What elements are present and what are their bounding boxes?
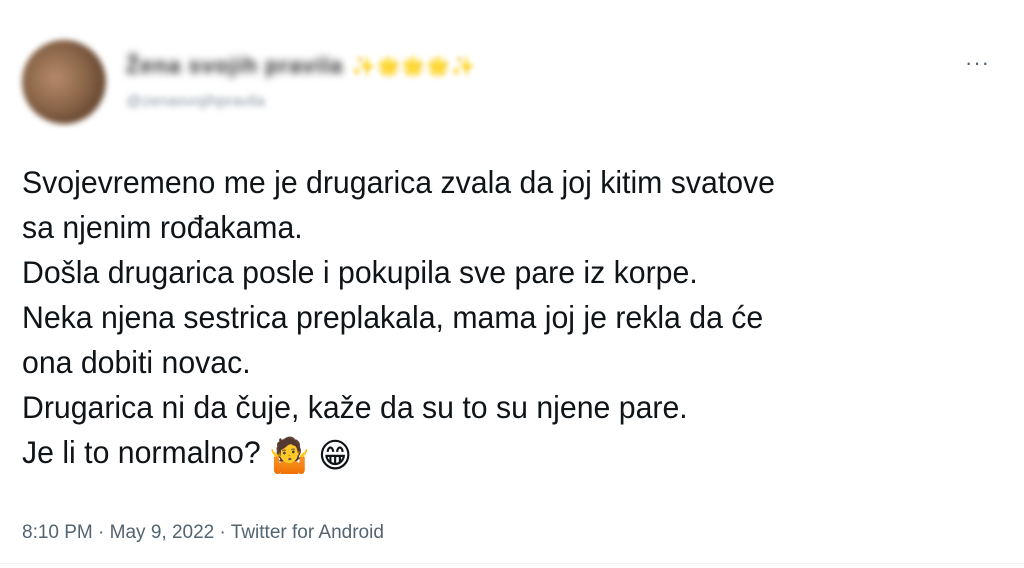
tweet-source[interactable]: Twitter for Android (231, 522, 384, 543)
tweet-date[interactable]: May 9, 2022 (110, 522, 215, 543)
display-name[interactable]: Žena svojih pravila (126, 53, 343, 79)
tweet-card: Žena svojih pravila ✨🌟🌟🌟✨ @zenasvojihpra… (0, 0, 1024, 568)
shrug-emoji-icon: 🤷 (269, 437, 310, 475)
tweet-header: Žena svojih pravila ✨🌟🌟🌟✨ @zenasvojihpra… (22, 40, 476, 124)
name-emoji-badges: ✨🌟🌟🌟✨ (351, 55, 476, 78)
display-name-row: Žena svojih pravila ✨🌟🌟🌟✨ (126, 53, 476, 79)
author-info: Žena svojih pravila ✨🌟🌟🌟✨ @zenasvojihpra… (126, 53, 476, 111)
more-options-button[interactable]: ··· (965, 50, 990, 76)
tweet-text: Svojevremeno me je drugarica zvala da jo… (22, 160, 963, 475)
tweet-meta: 8:10 PM · May 9, 2022 · Twitter for Andr… (22, 522, 384, 544)
tweet-last-line: Je li to normalno? 🤷 😁 (22, 430, 963, 475)
meta-separator: · (214, 522, 231, 543)
more-horizontal-icon: ··· (965, 50, 990, 75)
tweet-line: Neka njena sestrica preplakala, mama joj… (22, 299, 764, 335)
tweet-line: ona dobiti novac. (22, 344, 251, 380)
tweet-line: Svojevremeno me je drugarica zvala da jo… (22, 164, 775, 200)
tweet-line: sa njenim rođakama. (22, 209, 303, 245)
tweet-time[interactable]: 8:10 PM (22, 522, 93, 543)
divider (0, 563, 1024, 564)
grin-emoji-icon: 😁 (318, 437, 353, 475)
tweet-line: Došla drugarica posle i pokupila sve par… (22, 254, 698, 290)
user-handle[interactable]: @zenasvojihpravila (126, 93, 476, 111)
tweet-line: Drugarica ni da čuje, kaže da su to su n… (22, 389, 688, 425)
meta-separator: · (92, 522, 110, 543)
tweet-line: Je li to normalno? (22, 434, 261, 470)
avatar[interactable] (22, 40, 106, 124)
